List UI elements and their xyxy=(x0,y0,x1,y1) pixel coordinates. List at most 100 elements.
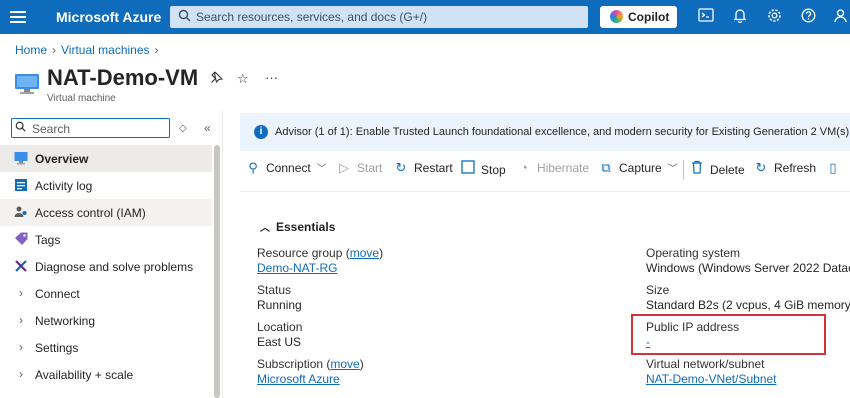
subscription-link[interactable]: Microsoft Azure xyxy=(257,372,340,386)
restart-button[interactable]: ↻ Restart xyxy=(393,160,453,180)
trash-icon xyxy=(689,160,705,177)
resource-group-label: Resource group xyxy=(257,246,343,260)
start-label: Start xyxy=(357,161,383,175)
feedback-icon[interactable] xyxy=(831,8,849,26)
sidebar-item-label: Tags xyxy=(35,233,61,247)
hibernate-button[interactable]: ◔ Hibernate xyxy=(516,160,589,180)
delete-label: Delete xyxy=(710,163,745,177)
sidebar-search-placeholder: Search xyxy=(32,122,71,136)
location-value: East US xyxy=(257,335,302,349)
sidebar-item-availability-scale[interactable]: › Availability + scale xyxy=(0,361,212,388)
subscription-label-row: Subscription (move) xyxy=(257,357,364,371)
stop-label: Stop xyxy=(481,163,506,177)
size-value: Standard B2s (2 vcpus, 4 GiB memory) xyxy=(646,298,850,312)
sidebar-item-label: Networking xyxy=(35,314,96,328)
brand-title[interactable]: Microsoft Azure xyxy=(56,9,161,25)
mobile-icon: ▯ xyxy=(829,160,837,175)
sidebar-item-networking[interactable]: › Networking xyxy=(0,307,212,334)
connect-label: Connect xyxy=(266,161,311,175)
command-bar-divider xyxy=(240,191,850,192)
sidebar-item-label: Connect xyxy=(35,287,80,301)
sidebar-scrollbar[interactable] xyxy=(214,145,220,398)
plug-icon: ⚲ xyxy=(248,160,258,175)
settings-icon[interactable] xyxy=(765,8,783,26)
sidebar-item-label: Diagnose and solve problems xyxy=(35,260,194,274)
chevron-down-icon: ﹀ xyxy=(667,164,678,175)
refresh-button[interactable]: ↻ Refresh xyxy=(753,160,816,180)
breadcrumb-separator: › xyxy=(52,43,57,57)
resource-group-link[interactable]: Demo-NAT-RG xyxy=(257,261,337,275)
subscription-label: Subscription xyxy=(257,357,324,371)
status-value: Running xyxy=(257,298,302,312)
info-icon: i xyxy=(254,125,268,139)
tag-icon xyxy=(14,232,28,246)
chevron-down-icon: ﹀ xyxy=(316,164,327,175)
sidebar-nav: Overview Activity log Access control (IA… xyxy=(0,145,212,388)
sidebar-item-label: Access control (IAM) xyxy=(35,206,146,220)
sidebar-item-activity-log[interactable]: Activity log xyxy=(0,172,212,199)
page-subtitle: Virtual machine xyxy=(47,93,116,104)
breadcrumb-separator: › xyxy=(154,43,159,57)
sidebar-item-connect[interactable]: › Connect xyxy=(0,280,212,307)
connect-button[interactable]: ⚲ Connect ﹀ xyxy=(245,160,327,180)
capture-button[interactable]: ⧉ Capture ﹀ xyxy=(598,160,678,180)
menu-icon[interactable] xyxy=(10,9,26,25)
start-button[interactable]: ▷ Start xyxy=(336,160,382,180)
more-options-icon[interactable]: ··· xyxy=(265,70,278,85)
open-in-mobile-button[interactable]: ▯ xyxy=(825,160,846,180)
move-subscription-link[interactable]: move xyxy=(330,357,359,371)
sidebar-item-label: Settings xyxy=(35,341,79,355)
refresh-icon: ↻ xyxy=(755,160,767,175)
overview-icon xyxy=(14,151,28,165)
sidebar-item-label: Overview xyxy=(35,152,89,166)
advisor-text: Advisor (1 of 1): Enable Trusted Launch … xyxy=(275,126,850,138)
refresh-label: Refresh xyxy=(774,161,817,175)
chevron-right-icon: › xyxy=(19,313,23,327)
sidebar-item-tags[interactable]: Tags xyxy=(0,226,212,253)
pin-icon[interactable] xyxy=(210,71,224,87)
advisor-banner[interactable]: i Advisor (1 of 1): Enable Trusted Launc… xyxy=(240,113,850,151)
search-icon xyxy=(178,9,191,25)
sidebar-item-label: Availability + scale xyxy=(35,368,134,382)
sidebar-item-diagnose[interactable]: Diagnose and solve problems xyxy=(0,253,212,280)
os-value: Windows (Windows Server 2022 Datacenter xyxy=(646,261,850,275)
vnet-label: Virtual network/subnet xyxy=(646,357,765,371)
breadcrumb-home[interactable]: Home xyxy=(15,43,47,57)
global-search-input[interactable]: Search resources, services, and docs (G+… xyxy=(170,6,588,28)
collapse-sidebar-icon[interactable]: « xyxy=(204,121,211,135)
activity-log-icon xyxy=(14,178,28,192)
stop-button[interactable]: Stop xyxy=(460,160,506,180)
command-separator xyxy=(683,160,684,180)
vnet-link[interactable]: NAT-Demo-VNet/Subnet xyxy=(646,372,777,386)
breadcrumb-virtual-machines[interactable]: Virtual machines xyxy=(61,43,150,57)
help-icon[interactable] xyxy=(799,8,817,26)
capture-icon: ⧉ xyxy=(601,160,611,175)
favorite-star-icon[interactable]: ☆ xyxy=(237,71,249,87)
stop-icon xyxy=(460,160,476,177)
notifications-icon[interactable] xyxy=(731,8,749,26)
search-icon xyxy=(15,121,26,135)
sidebar-search-input[interactable]: Search xyxy=(11,118,170,138)
copilot-button[interactable]: Copilot xyxy=(600,6,677,28)
copilot-label: Copilot xyxy=(628,10,670,24)
essentials-toggle[interactable]: ︿ Essentials xyxy=(260,219,335,234)
sidebar-item-access-control[interactable]: Access control (IAM) xyxy=(0,199,212,226)
chevron-up-icon: ︿ xyxy=(260,223,270,234)
move-resource-group-link[interactable]: move xyxy=(350,246,379,260)
chevron-right-icon: › xyxy=(19,286,23,300)
public-ip-highlight xyxy=(631,314,826,355)
sidebar-item-settings[interactable]: › Settings xyxy=(0,334,212,361)
cloud-shell-icon[interactable] xyxy=(697,8,715,26)
search-placeholder: Search resources, services, and docs (G+… xyxy=(196,10,428,24)
sort-icon[interactable]: ◇ xyxy=(179,123,187,134)
chevron-right-icon: › xyxy=(19,340,23,354)
top-bar: Microsoft Azure Search resources, servic… xyxy=(0,0,850,34)
restart-label: Restart xyxy=(414,161,453,175)
copilot-icon xyxy=(610,10,623,23)
virtual-machine-icon xyxy=(14,73,40,95)
location-label: Location xyxy=(257,320,303,334)
iam-icon xyxy=(14,205,28,219)
essentials-heading: Essentials xyxy=(276,220,336,234)
delete-button[interactable]: Delete xyxy=(689,160,745,180)
sidebar-item-overview[interactable]: Overview xyxy=(0,145,212,172)
